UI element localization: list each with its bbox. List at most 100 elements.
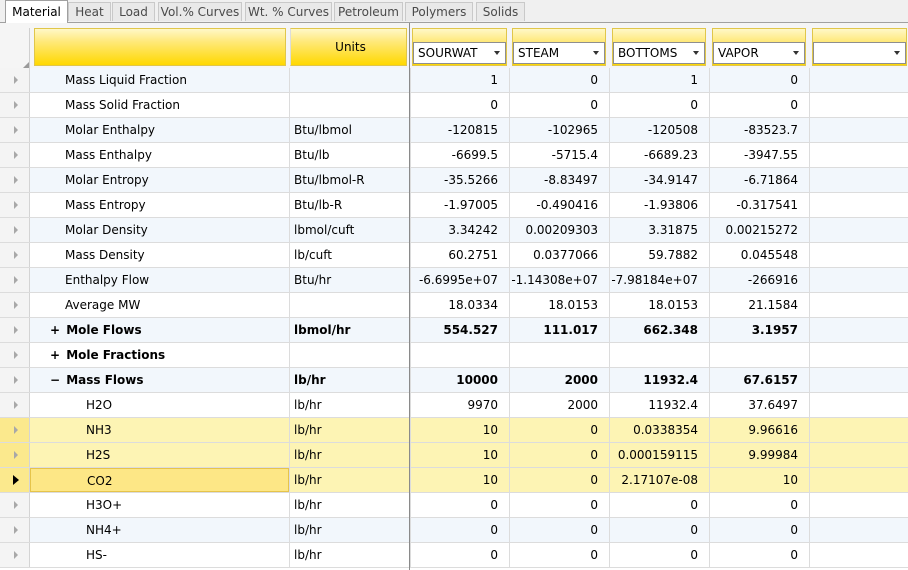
units-cell[interactable]: Btu/lbmol-R bbox=[289, 168, 410, 192]
value-cell-empty[interactable] bbox=[809, 518, 908, 542]
property-name-cell[interactable]: Average MW bbox=[30, 293, 289, 317]
value-cell[interactable]: -1.97005 bbox=[410, 193, 509, 217]
units-cell[interactable]: lb/hr bbox=[289, 518, 410, 542]
value-cell[interactable]: 10 bbox=[410, 418, 509, 442]
units-cell[interactable]: Btu/lbmol bbox=[289, 118, 410, 142]
value-cell[interactable]: 3.1957 bbox=[709, 318, 809, 342]
value-cell-empty[interactable] bbox=[809, 193, 908, 217]
value-cell[interactable]: -0.317541 bbox=[709, 193, 809, 217]
value-cell[interactable]: 37.6497 bbox=[709, 393, 809, 417]
value-cell[interactable]: -83523.7 bbox=[709, 118, 809, 142]
value-cell[interactable]: 0 bbox=[410, 543, 509, 567]
value-cell-empty[interactable] bbox=[809, 368, 908, 392]
table-row[interactable]: Mass Liquid Fraction 1 0 1 0 bbox=[0, 68, 908, 93]
value-cell[interactable]: 0 bbox=[509, 93, 609, 117]
tab-vol-curves[interactable]: Vol.% Curves bbox=[158, 2, 242, 21]
value-cell-empty[interactable] bbox=[809, 543, 908, 567]
row-header[interactable] bbox=[0, 293, 30, 317]
value-cell[interactable]: 60.2751 bbox=[410, 243, 509, 267]
units-cell[interactable]: Btu/lb bbox=[289, 143, 410, 167]
value-cell[interactable]: 9.99984 bbox=[709, 443, 809, 467]
tab-solids[interactable]: Solids bbox=[476, 2, 525, 21]
property-name-cell[interactable]: Mass Solid Fraction bbox=[30, 93, 289, 117]
value-cell-empty[interactable] bbox=[809, 243, 908, 267]
property-name-cell[interactable]: − Mass Flows bbox=[30, 368, 289, 392]
property-name-cell[interactable]: NH3 bbox=[30, 418, 289, 442]
value-cell[interactable] bbox=[509, 343, 609, 367]
value-cell[interactable]: 0 bbox=[410, 518, 509, 542]
value-cell[interactable]: -6689.23 bbox=[609, 143, 709, 167]
value-cell-empty[interactable] bbox=[809, 143, 908, 167]
value-cell[interactable]: 0 bbox=[509, 543, 609, 567]
value-cell-empty[interactable] bbox=[809, 68, 908, 92]
tab-material[interactable]: Material bbox=[5, 0, 68, 23]
value-cell[interactable]: 1 bbox=[609, 68, 709, 92]
row-header[interactable] bbox=[0, 393, 30, 417]
tab-heat[interactable]: Heat bbox=[68, 2, 111, 21]
value-cell[interactable]: 0.00215272 bbox=[709, 218, 809, 242]
stream-select-5[interactable] bbox=[813, 42, 906, 64]
table-row[interactable]: + Mole Fractions bbox=[0, 343, 908, 368]
value-cell[interactable]: -266916 bbox=[709, 268, 809, 292]
property-name-cell[interactable]: Mass Enthalpy bbox=[30, 143, 289, 167]
tab-wt-curves[interactable]: Wt. % Curves bbox=[245, 2, 332, 21]
stream-select-2[interactable]: STEAM bbox=[513, 42, 605, 64]
value-cell[interactable]: 0.0338354 bbox=[609, 418, 709, 442]
units-cell[interactable]: lb/hr bbox=[289, 393, 410, 417]
value-cell[interactable]: -0.490416 bbox=[509, 193, 609, 217]
property-name-cell[interactable]: Mass Liquid Fraction bbox=[30, 68, 289, 92]
table-row[interactable]: Molar Density lbmol/cuft 3.34242 0.00209303… bbox=[0, 218, 908, 243]
value-cell[interactable]: 11932.4 bbox=[609, 393, 709, 417]
value-cell[interactable]: 0 bbox=[509, 518, 609, 542]
row-header[interactable] bbox=[0, 243, 30, 267]
value-cell[interactable]: 2000 bbox=[509, 393, 609, 417]
property-name-cell[interactable]: H2S bbox=[30, 443, 289, 467]
value-cell-empty[interactable] bbox=[809, 393, 908, 417]
property-name-cell[interactable]: Molar Enthalpy bbox=[30, 118, 289, 142]
units-cell[interactable] bbox=[289, 93, 410, 117]
value-cell-empty[interactable] bbox=[809, 93, 908, 117]
value-cell[interactable]: -102965 bbox=[509, 118, 609, 142]
row-header[interactable] bbox=[0, 468, 30, 492]
value-cell[interactable]: -120815 bbox=[410, 118, 509, 142]
value-cell[interactable]: -6699.5 bbox=[410, 143, 509, 167]
table-row[interactable]: H2S lb/hr 10 0 0.000159115 9.99984 bbox=[0, 443, 908, 468]
units-cell[interactable]: lb/hr bbox=[289, 493, 410, 517]
table-row[interactable]: Enthalpy Flow Btu/hr -6.6995e+07 -1.14308e+… bbox=[0, 268, 908, 293]
table-row[interactable]: NH3 lb/hr 10 0 0.0338354 9.96616 bbox=[0, 418, 908, 443]
units-cell[interactable]: lbmol/cuft bbox=[289, 218, 410, 242]
property-name-cell[interactable]: H2O bbox=[30, 393, 289, 417]
value-cell[interactable]: 0 bbox=[509, 468, 609, 492]
value-cell[interactable]: 59.7882 bbox=[609, 243, 709, 267]
row-header[interactable] bbox=[0, 318, 30, 342]
units-cell[interactable]: Btu/lb-R bbox=[289, 193, 410, 217]
value-cell[interactable]: -8.83497 bbox=[509, 168, 609, 192]
units-cell[interactable]: lb/hr bbox=[289, 443, 410, 467]
value-cell[interactable]: 3.34242 bbox=[410, 218, 509, 242]
property-name-cell[interactable]: Molar Entropy bbox=[30, 168, 289, 192]
units-cell[interactable]: lb/hr bbox=[289, 468, 410, 492]
value-cell[interactable]: 1 bbox=[410, 68, 509, 92]
value-cell[interactable]: 0 bbox=[709, 518, 809, 542]
value-cell[interactable]: 0 bbox=[509, 68, 609, 92]
value-cell[interactable]: 10 bbox=[410, 468, 509, 492]
value-cell-empty[interactable] bbox=[809, 293, 908, 317]
table-row[interactable]: Mass Enthalpy Btu/lb -6699.5 -5715.4 -6689.2… bbox=[0, 143, 908, 168]
value-cell[interactable]: 0 bbox=[709, 93, 809, 117]
value-cell-empty[interactable] bbox=[809, 118, 908, 142]
units-cell[interactable] bbox=[289, 293, 410, 317]
value-cell[interactable]: 10000 bbox=[410, 368, 509, 392]
value-cell-empty[interactable] bbox=[809, 318, 908, 342]
table-row[interactable]: Average MW 18.0334 18.0153 18.0153 21.1584 bbox=[0, 293, 908, 318]
expand-icon[interactable]: + bbox=[48, 318, 62, 342]
value-cell-empty[interactable] bbox=[809, 493, 908, 517]
value-cell[interactable]: 0 bbox=[609, 518, 709, 542]
value-cell-empty[interactable] bbox=[809, 343, 908, 367]
row-header[interactable] bbox=[0, 143, 30, 167]
property-name-cell[interactable]: Mass Entropy bbox=[30, 193, 289, 217]
value-cell[interactable]: 0.000159115 bbox=[609, 443, 709, 467]
value-cell[interactable]: 2000 bbox=[509, 368, 609, 392]
table-row[interactable]: NH4+ lb/hr 0 0 0 0 bbox=[0, 518, 908, 543]
value-cell[interactable]: 0.0377066 bbox=[509, 243, 609, 267]
value-cell[interactable]: -1.14308e+07 bbox=[509, 268, 609, 292]
